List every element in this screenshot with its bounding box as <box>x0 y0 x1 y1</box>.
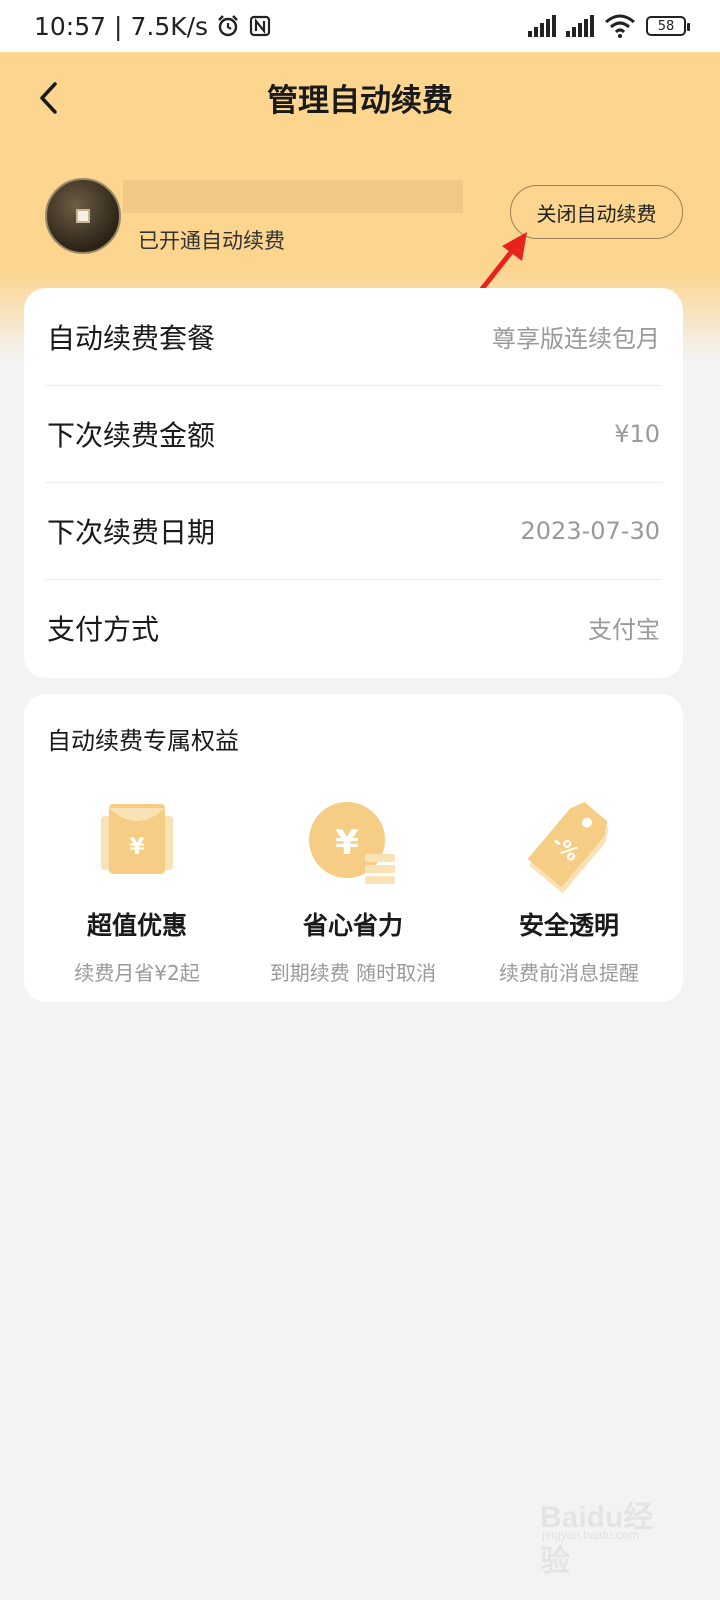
benefit-title: 安全透明 <box>518 911 619 940</box>
benefit-subtitle: 到期续费 随时取消 <box>269 961 437 985</box>
status-separator: | <box>114 11 123 41</box>
discount-tag-icon: -% <box>519 794 619 894</box>
coin-hole <box>76 209 90 223</box>
benefit-item: ¥ 超值优惠 续费月省¥2起 <box>27 794 247 986</box>
plan-value: 尊享版连续包月 <box>492 325 660 353</box>
nav-bar: 管理自动续费 <box>0 52 720 142</box>
info-row-plan: 自动续费套餐 尊享版连续包月 <box>24 288 683 385</box>
subscription-status: 已开通自动续费 <box>138 229 285 253</box>
subscription-info-card: 自动续费套餐 尊享版连续包月 下次续费金额 ¥10 下次续费日期 2023-07… <box>24 288 683 678</box>
info-row-payment: 支付方式 支付宝 <box>24 579 683 676</box>
benefit-subtitle: 续费月省¥2起 <box>74 961 200 985</box>
nfc-icon <box>249 15 271 37</box>
username-mask <box>123 180 463 213</box>
benefit-item: ¥ 省心省力 到期续费 随时取消 <box>243 794 463 986</box>
info-row-amount: 下次续费金额 ¥10 <box>24 385 683 482</box>
status-bar: 10:57 | 7.5K/s 58 <box>0 0 720 52</box>
battery-icon: 58 <box>646 16 690 36</box>
amount-value: ¥10 <box>614 419 660 448</box>
coin-icon: ¥ <box>303 794 403 894</box>
payment-label: 支付方式 <box>47 612 160 646</box>
benefits-card: 自动续费专属权益 ¥ 超值优惠 续费月省¥2起 ¥ 省心省力 到期续费 随时取消… <box>24 694 683 1002</box>
network-speed: 7.5K/s <box>130 11 209 41</box>
benefit-title: 超值优惠 <box>86 911 187 940</box>
signal-icon-2 <box>566 15 594 37</box>
date-label: 下次续费日期 <box>47 515 216 549</box>
plan-label: 自动续费套餐 <box>47 321 216 355</box>
back-button[interactable] <box>30 78 66 118</box>
benefit-title: 省心省力 <box>302 911 403 940</box>
benefit-subtitle: 续费前消息提醒 <box>499 961 639 985</box>
baidu-watermark: Baidu经验 jingyan.baidu.com <box>540 1492 680 1578</box>
date-value: 2023-07-30 <box>520 516 660 545</box>
svg-text:¥: ¥ <box>129 835 145 860</box>
chevron-left-icon <box>40 82 57 114</box>
watermark-sub: jingyan.baidu.com <box>542 1528 639 1542</box>
info-row-date: 下次续费日期 2023-07-30 <box>24 482 683 579</box>
avatar <box>45 178 121 254</box>
wifi-icon <box>605 14 635 38</box>
svg-text:¥: ¥ <box>335 823 359 863</box>
battery-level: 58 <box>657 18 675 34</box>
red-envelope-icon: ¥ <box>87 794 187 894</box>
page-title: 管理自动续费 <box>267 82 453 119</box>
benefit-item: -% 安全透明 续费前消息提醒 <box>459 794 679 986</box>
alarm-icon <box>218 15 238 37</box>
status-time: 10:57 <box>34 11 107 41</box>
benefits-title: 自动续费专属权益 <box>47 727 239 755</box>
amount-label: 下次续费金额 <box>47 418 216 452</box>
payment-value: 支付宝 <box>588 616 660 644</box>
signal-icon <box>528 15 556 37</box>
